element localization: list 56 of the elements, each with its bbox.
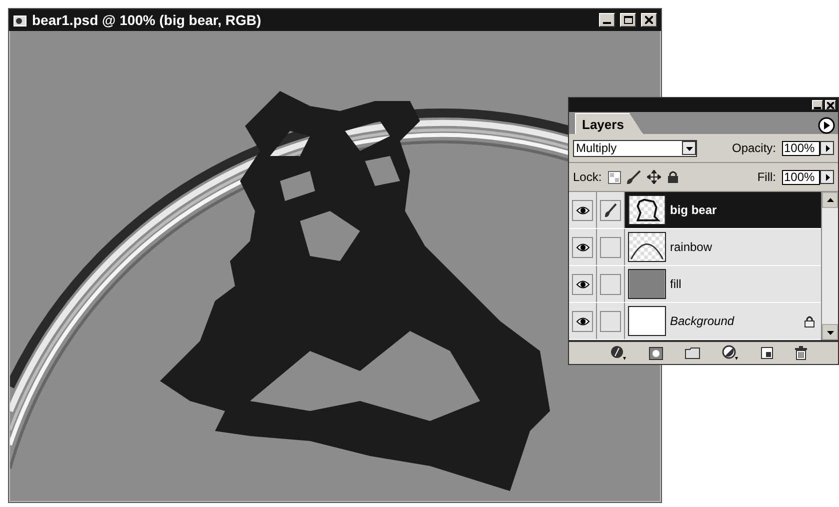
eye-icon[interactable] — [576, 242, 590, 252]
layer-style-icon[interactable] — [610, 345, 628, 361]
layer-name: big bear — [670, 203, 718, 217]
mask-icon[interactable] — [649, 346, 664, 360]
opacity-label: Opacity: — [732, 141, 776, 155]
close-icon — [827, 102, 834, 108]
brush-icon — [604, 203, 616, 217]
layer-name: fill — [670, 277, 682, 291]
close-button[interactable] — [641, 13, 657, 27]
opacity-arrow-button[interactable] — [820, 141, 834, 155]
eye-icon[interactable] — [576, 206, 590, 214]
layer-name: rainbow — [670, 240, 714, 254]
checkerboard-icon[interactable] — [608, 170, 621, 184]
triangle-icon — [824, 144, 830, 152]
eye-icon[interactable] — [576, 280, 590, 288]
document-icon — [13, 13, 27, 27]
scroll-up-button[interactable] — [822, 192, 838, 208]
blend-mode-dropdown[interactable]: Multiply — [573, 140, 697, 156]
layer-name: Background — [670, 314, 736, 328]
adjustment-layer-icon[interactable] — [722, 345, 740, 361]
palette-menu-icon[interactable] — [818, 117, 835, 134]
triangle-icon — [826, 196, 834, 204]
padlock-icon[interactable] — [666, 170, 679, 184]
minimize-button[interactable] — [599, 13, 615, 27]
layer-thumbnail — [628, 232, 666, 262]
trash-icon[interactable] — [795, 346, 808, 360]
window-title: bear1.psd @ 100% (big bear, RGB) — [32, 12, 262, 28]
layers-tab[interactable]: Layers — [575, 113, 643, 134]
fill-arrow-button[interactable] — [820, 170, 834, 184]
opacity-field[interactable]: 100% — [782, 140, 820, 156]
visibility-box[interactable] — [572, 274, 593, 294]
close-icon — [645, 16, 653, 24]
visibility-box[interactable] — [572, 310, 593, 332]
minimize-button[interactable] — [812, 100, 823, 110]
scroll-down-button[interactable] — [822, 324, 838, 340]
edit-status-box[interactable] — [600, 200, 621, 220]
lock-label: Lock: — [573, 170, 602, 184]
layer-row[interactable]: big bear — [625, 192, 821, 228]
move-icon[interactable] — [646, 170, 661, 184]
layer-thumbnail — [628, 269, 666, 299]
eye-icon[interactable] — [576, 316, 590, 326]
new-layer-icon[interactable] — [761, 347, 774, 359]
fill-field[interactable]: 100% — [782, 170, 820, 184]
folder-icon[interactable] — [685, 347, 700, 359]
brush-icon[interactable] — [626, 170, 641, 184]
layer-thumbnail — [628, 306, 666, 336]
maximize-button[interactable] — [620, 13, 636, 27]
fill-label: Fill: — [757, 170, 776, 184]
maximize-icon — [624, 16, 632, 24]
triangle-icon — [826, 328, 834, 336]
triangle-icon — [824, 174, 830, 180]
triangle-icon — [686, 144, 692, 152]
visibility-box[interactable] — [572, 200, 593, 220]
visibility-box[interactable] — [572, 236, 593, 258]
close-button[interactable] — [825, 100, 836, 110]
layer-thumbnail — [628, 195, 666, 225]
